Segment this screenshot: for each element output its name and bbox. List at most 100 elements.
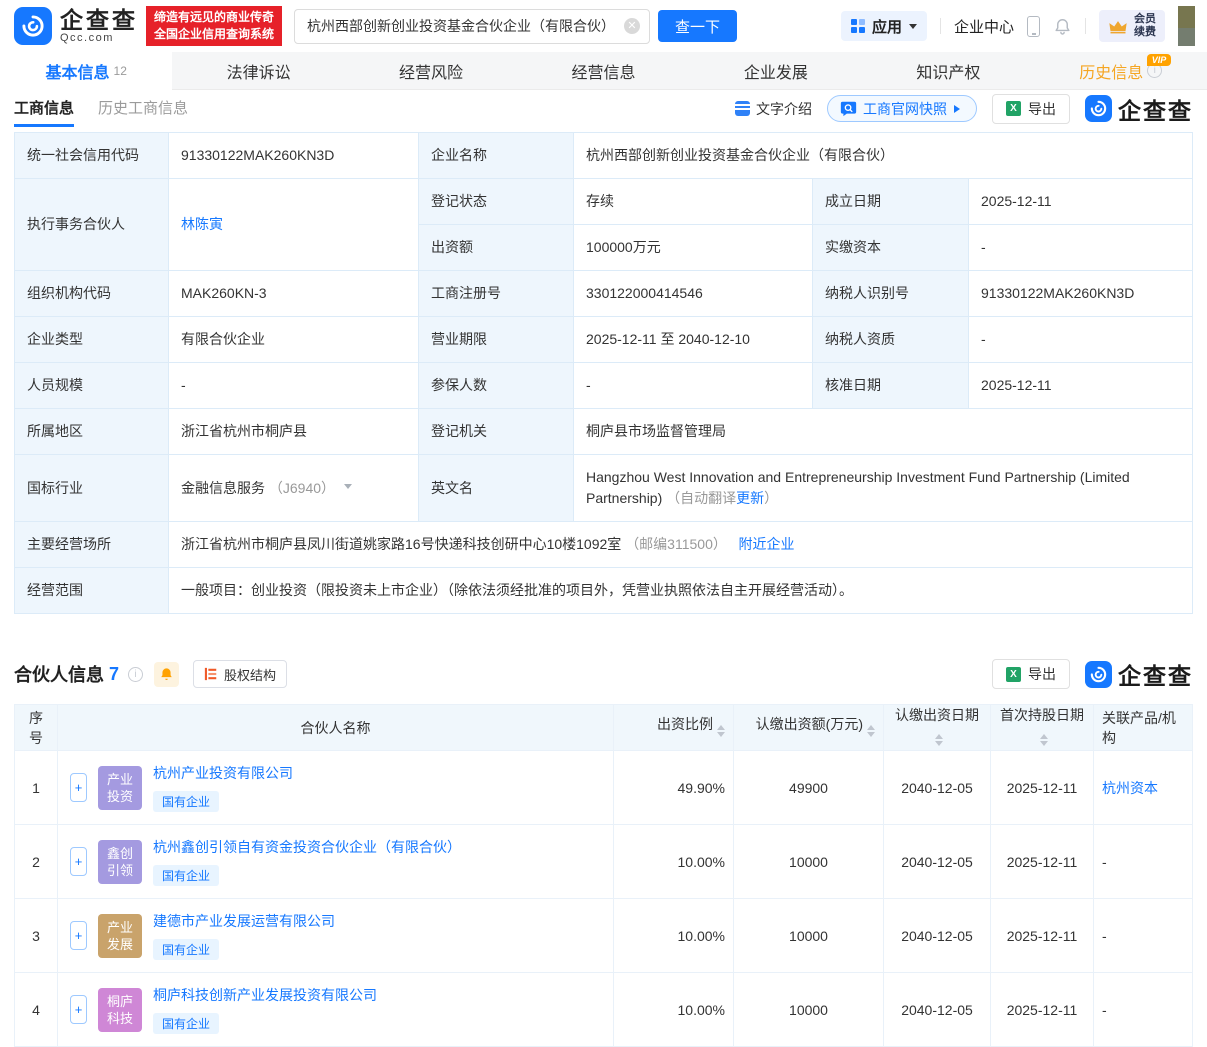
play-icon [954,104,964,113]
pay-date-value: 2040-12-05 [883,898,991,973]
ratio-value: 10.00% [613,824,734,899]
translate-refresh-link[interactable]: 更新 [736,490,764,506]
partner-name-link[interactable]: 杭州鑫创引领自有资金投资合伙企业（有限合伙） [153,837,461,857]
credit-code-value: 91330122MAK260KN3D [168,132,419,179]
qcc-logo[interactable]: 企查查 Qcc.com [14,7,138,45]
staff-size-value: - [168,362,419,409]
tab-company-development[interactable]: 企业发展 [690,52,862,89]
subtab-history-business-info[interactable]: 历史工商信息 [98,90,188,127]
field-label: 工商注册号 [418,270,574,317]
tab-legal-litigation[interactable]: 法律诉讼 [172,52,344,89]
clear-icon[interactable]: ✕ [624,18,641,34]
vip-renew-button[interactable]: 会员 续费 [1099,10,1165,42]
partner-name-link[interactable]: 桐庐科技创新产业发展投资有限公司 [153,985,377,1005]
chevron-down-icon[interactable] [343,484,352,493]
field-label: 主要经营场所 [14,521,169,568]
qcc-logo-text: 企查查 Qcc.com [60,6,138,44]
tab-operation-risk[interactable]: 经营风险 [345,52,517,89]
apps-menu[interactable]: 应用 [840,11,927,41]
insured-value: - [573,362,813,409]
subtab-business-info[interactable]: 工商信息 [14,90,75,127]
sort-icon[interactable] [867,721,875,741]
serial-number: 4 [14,972,58,1047]
tab-intellectual-property[interactable]: 知识产权 [862,52,1034,89]
enterprise-center-link[interactable]: 企业中心 [954,16,1014,37]
related-product-link[interactable]: 杭州资本 [1102,780,1158,796]
qcc-watermark: 企查查 [1085,92,1193,126]
company-name-value: 杭州西部创新创业投资基金合伙企业（有限合伙） [573,132,1193,179]
field-label: 成立日期 [812,178,969,225]
tab-operation-info[interactable]: 经营信息 [517,52,689,89]
nearby-companies-link[interactable]: 附近企业 [739,536,795,552]
expand-button[interactable]: + [70,847,87,876]
reg-status-value: 存续 [573,178,813,225]
subscribe-bell-icon[interactable] [154,661,180,687]
avatar[interactable] [1178,6,1195,46]
official-snapshot-button[interactable]: 工商官网快照 [827,95,977,122]
state-owned-tag: 国有企业 [153,1013,220,1034]
field-label: 组织机构代码 [14,270,169,317]
related-product: 杭州资本 [1093,750,1193,825]
taxpayer-id-value: 91330122MAK260KN3D [968,270,1193,317]
snapshot-icon [840,101,857,117]
state-owned-tag: 国有企业 [153,791,220,812]
expand-button[interactable]: + [70,995,87,1024]
bell-icon[interactable] [1053,16,1072,37]
expand-button[interactable]: + [70,773,87,802]
slogan-badge: 缔造有远见的商业传奇 全国企业信用查询系统 [146,6,283,46]
region-value: 浙江省杭州市桐庐县 [168,408,419,455]
expand-button[interactable]: + [70,921,87,950]
info-icon[interactable]: i [128,666,144,682]
search-button[interactable]: 查一下 [658,10,738,42]
related-product: - [1093,898,1193,973]
tab-basic-info[interactable]: 基本信息 12 [0,52,173,90]
search-input[interactable] [294,8,651,44]
field-label: 所属地区 [14,408,169,455]
apps-label: 应用 [871,18,902,36]
partner-name-link[interactable]: 建德市产业发展运营有限公司 [153,911,335,931]
field-label: 参保人数 [418,362,574,409]
col-first-hold-date[interactable]: 首次持股日期 [990,704,1094,751]
field-label: 企业类型 [14,316,169,363]
amount-value: 10000 [733,898,884,973]
managing-partner-value: 林陈寅 [168,178,419,271]
equity-structure-button[interactable]: 股权结构 [193,660,288,688]
col-pay-date[interactable]: 认缴出资日期 [883,704,991,751]
table-row: 2 + 鑫创 引领 杭州鑫创引领自有资金投资合伙企业（有限合伙） 国有企业 10.… [14,824,1193,899]
field-label: 统一社会信用代码 [14,132,169,179]
org-code-value: MAK260KN-3 [168,270,419,317]
partners-export-button[interactable]: X 导出 [992,659,1070,689]
field-label: 英文名 [418,454,574,522]
field-label: 人员规模 [14,362,169,409]
taxpayer-qual-value: - [968,316,1193,363]
amount-value: 49900 [733,750,884,825]
col-amount[interactable]: 认缴出资额(万元) [733,704,884,751]
mobile-app-icon[interactable] [1027,15,1040,37]
vip-badge: VIP [1146,54,1172,66]
field-label: 纳税人资质 [812,316,969,363]
field-label: 经营范围 [14,567,169,614]
first-hold-date-value: 2025-12-11 [990,750,1094,825]
approval-date-value: 2025-12-11 [968,362,1193,409]
sort-icon[interactable] [717,721,725,741]
managing-partner-link[interactable]: 林陈寅 [181,216,223,232]
sort-icon[interactable] [1040,730,1048,750]
field-label: 国标行业 [14,454,169,522]
export-button[interactable]: X 导出 [992,93,1070,124]
address-value: 浙江省杭州市桐庐县凤川街道姚家路16号快递科技创研中心10楼1092室 （邮编3… [168,521,1193,568]
reg-no-value: 330122000414546 [573,270,813,317]
text-intro-button[interactable]: 文字介绍 [735,99,812,119]
partner-avatar: 桐庐 科技 [98,987,142,1032]
business-term-value: 2025-12-11 至 2040-12-10 [573,316,813,363]
top-nav: 应用 企业中心 会员 续费 [840,6,1195,46]
tab-history-info[interactable]: VIP 历史信息 i [1035,52,1207,89]
sort-icon[interactable] [935,730,943,750]
qcc-watermark-icon [1085,95,1112,122]
crown-icon [1109,20,1127,33]
amount-value: 10000 [733,824,884,899]
table-row: 3 + 产业 发展 建德市产业发展运营有限公司 国有企业 10.00% 10000… [14,898,1193,973]
business-scope-value: 一般项目：创业投资（限投资未上市企业）（除依法须经批准的项目外，凭营业执照依法自… [168,567,1193,614]
partner-name-link[interactable]: 杭州产业投资有限公司 [153,763,293,783]
col-ratio[interactable]: 出资比例 [613,704,734,751]
partners-title: 合伙人信息 [14,665,104,685]
